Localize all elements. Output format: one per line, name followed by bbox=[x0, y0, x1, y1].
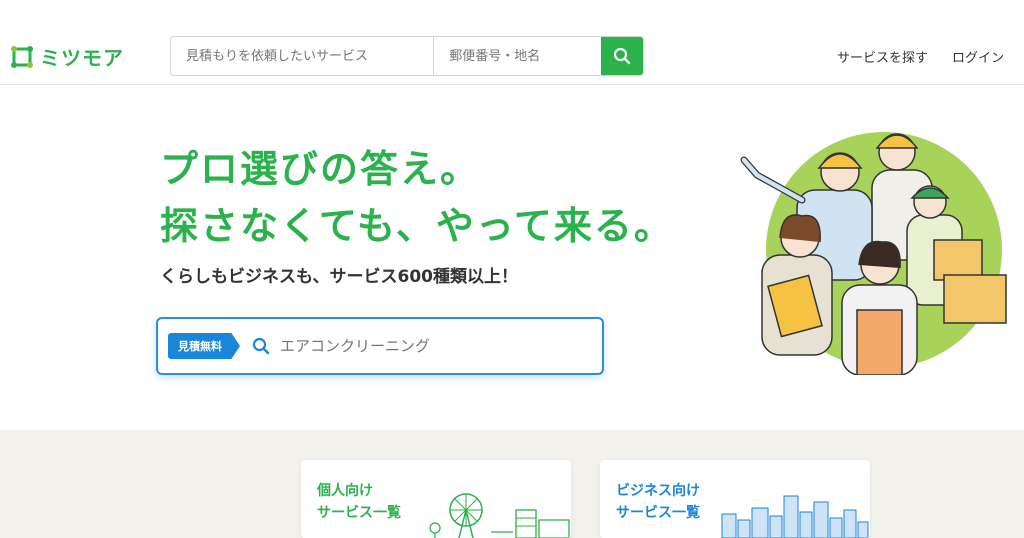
personal-services-card[interactable]: 個人向け サービス一覧 bbox=[301, 460, 571, 538]
header-nav: サービスを探す ログイン bbox=[837, 47, 1004, 66]
free-estimate-badge: 見積無料 bbox=[168, 333, 240, 359]
workers-illustration bbox=[740, 132, 1007, 375]
login-link[interactable]: ログイン bbox=[952, 47, 1004, 66]
hero-subtitle: くらしもビジネスも、サービス600種類以上！ bbox=[160, 267, 518, 287]
business-services-card[interactable]: ビジネス向け サービス一覧 bbox=[600, 460, 870, 538]
business-card-subtitle: サービス一覧 bbox=[616, 505, 700, 521]
search-icon bbox=[614, 47, 631, 65]
personal-card-subtitle: サービス一覧 bbox=[317, 505, 401, 521]
logo-text: ミツモア bbox=[40, 46, 124, 70]
city-illustration bbox=[721, 495, 869, 538]
site-header: ミツモア サービスを探す ログイン bbox=[0, 0, 1024, 85]
find-services-link[interactable]: サービスを探す bbox=[837, 47, 928, 66]
logo[interactable]: ミツモア bbox=[10, 42, 124, 71]
personal-card-title: 個人向け bbox=[317, 483, 373, 499]
park-illustration bbox=[429, 493, 570, 538]
header-search-button[interactable] bbox=[601, 37, 643, 75]
hero-title-line2: 探さなくても、やって来る。 bbox=[160, 204, 674, 248]
search-icon bbox=[252, 337, 270, 355]
service-search-input[interactable] bbox=[171, 37, 435, 75]
hero-search-box[interactable]: 見積無料 bbox=[156, 317, 604, 375]
hero-search-input[interactable] bbox=[280, 337, 580, 355]
business-card-title: ビジネス向け bbox=[616, 483, 700, 499]
hero-title-line1: プロ選びの答え。 bbox=[160, 147, 481, 191]
area-search-input[interactable] bbox=[434, 37, 602, 75]
logo-icon bbox=[10, 45, 34, 69]
header-search bbox=[170, 36, 644, 76]
